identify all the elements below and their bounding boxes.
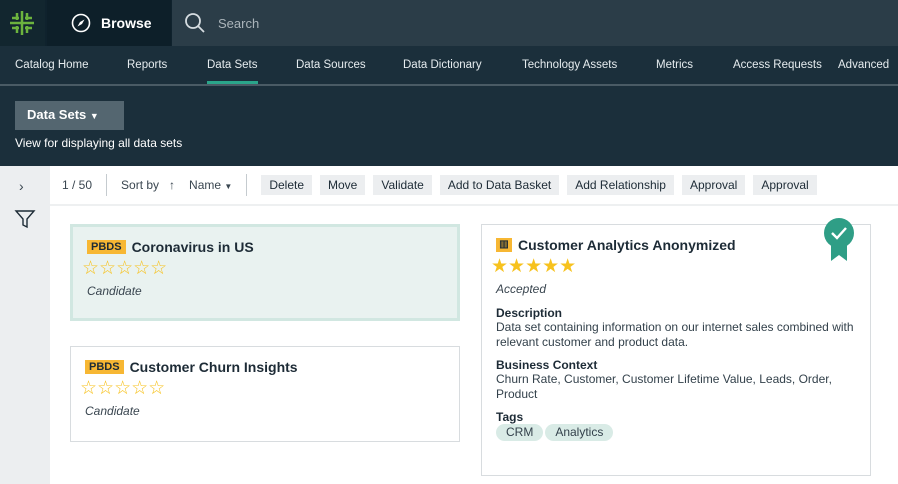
data-set-card[interactable]: PBDS Coronavirus in US ☆☆☆☆☆ Candidate xyxy=(70,224,460,321)
tab-technology-assets[interactable]: Technology Assets xyxy=(522,46,617,84)
sort-field-value: Name xyxy=(189,178,222,192)
status-label: Candidate xyxy=(85,404,140,418)
toolbar: 1 / 50 Sort by ↑ Name ▼ Delete Move Vali… xyxy=(50,166,898,206)
card-title[interactable]: Coronavirus in US xyxy=(132,239,254,255)
certified-badge-icon xyxy=(824,218,854,261)
compass-icon xyxy=(71,13,91,33)
expand-icon[interactable]: › xyxy=(19,178,24,194)
result-count: 1 / 50 xyxy=(62,178,93,192)
tags-label: Tags xyxy=(496,410,524,424)
view-label: Data Sets xyxy=(27,107,87,122)
tab-metrics[interactable]: Metrics xyxy=(656,46,693,84)
tab-data-sources[interactable]: Data Sources xyxy=(296,46,366,84)
nav-tabs: Catalog Home Reports Data Sets Data Sour… xyxy=(0,46,898,86)
pbds-badge: PBDS xyxy=(87,240,126,254)
status-label: Accepted xyxy=(496,282,547,296)
tab-reports[interactable]: Reports xyxy=(127,46,167,84)
browse-label: Browse xyxy=(101,15,152,31)
logo-icon xyxy=(10,11,34,35)
rating-stars[interactable]: ☆☆☆☆☆ xyxy=(80,377,445,400)
app-logo[interactable] xyxy=(0,0,45,46)
move-button[interactable]: Move xyxy=(320,175,366,195)
sort-ascending-icon[interactable]: ↑ xyxy=(169,178,175,192)
pbds-badge: PBDS xyxy=(85,360,124,374)
status-label: Candidate xyxy=(87,284,142,298)
top-bar: Browse Search xyxy=(0,0,898,46)
business-context-text: Churn Rate, Customer, Customer Lifetime … xyxy=(496,372,832,401)
data-set-card[interactable]: PBDS Customer Churn Insights ☆☆☆☆☆ Candid… xyxy=(70,346,460,442)
rating-stars[interactable]: ★★★★★ xyxy=(491,255,856,278)
view-header: Data Sets ▼ View for displaying all data… xyxy=(0,86,898,166)
browse-button[interactable]: Browse xyxy=(47,0,171,46)
sort-by-label: Sort by xyxy=(121,178,160,192)
tag-crm[interactable]: CRM xyxy=(496,424,544,441)
dataset-icon: ▥ xyxy=(496,238,512,252)
rating-stars[interactable]: ☆☆☆☆☆ xyxy=(82,257,443,280)
data-set-card[interactable]: ▥ Customer Analytics Anonymized ★★★★★ Acc… xyxy=(481,218,871,476)
description-text: Data set containing information on our i… xyxy=(496,320,854,349)
tab-catalog-home[interactable]: Catalog Home xyxy=(15,46,89,84)
search-icon xyxy=(185,13,205,33)
search-placeholder: Search xyxy=(218,15,260,31)
tab-advanced[interactable]: Advanced xyxy=(838,46,889,84)
delete-button[interactable]: Delete xyxy=(261,175,313,195)
tab-data-dictionary[interactable]: Data Dictionary xyxy=(403,46,482,84)
tab-access-requests[interactable]: Access Requests xyxy=(733,46,822,84)
approval-button-2[interactable]: Approval xyxy=(753,175,817,195)
description-label: Description xyxy=(496,306,563,320)
validate-button[interactable]: Validate xyxy=(373,175,432,195)
sort-field-select[interactable]: Name ▼ xyxy=(189,178,232,192)
card-title[interactable]: Customer Analytics Anonymized xyxy=(518,237,736,253)
left-sidebar: › xyxy=(0,166,50,484)
add-relationship-button[interactable]: Add Relationship xyxy=(567,175,674,195)
filter-icon[interactable] xyxy=(14,208,36,230)
card-title[interactable]: Customer Churn Insights xyxy=(130,359,298,375)
tab-data-sets[interactable]: Data Sets xyxy=(207,46,258,84)
view-selector[interactable]: Data Sets ▼ xyxy=(15,101,124,130)
caret-down-icon: ▼ xyxy=(224,182,233,191)
approval-button[interactable]: Approval xyxy=(681,175,746,195)
view-description: View for displaying all data sets xyxy=(15,136,183,150)
add-to-data-basket-button[interactable]: Add to Data Basket xyxy=(439,175,560,195)
business-context-label: Business Context xyxy=(496,358,598,372)
tag-analytics[interactable]: Analytics xyxy=(545,424,614,441)
caret-down-icon: ▼ xyxy=(89,111,99,121)
search-input[interactable]: Search xyxy=(172,0,898,46)
